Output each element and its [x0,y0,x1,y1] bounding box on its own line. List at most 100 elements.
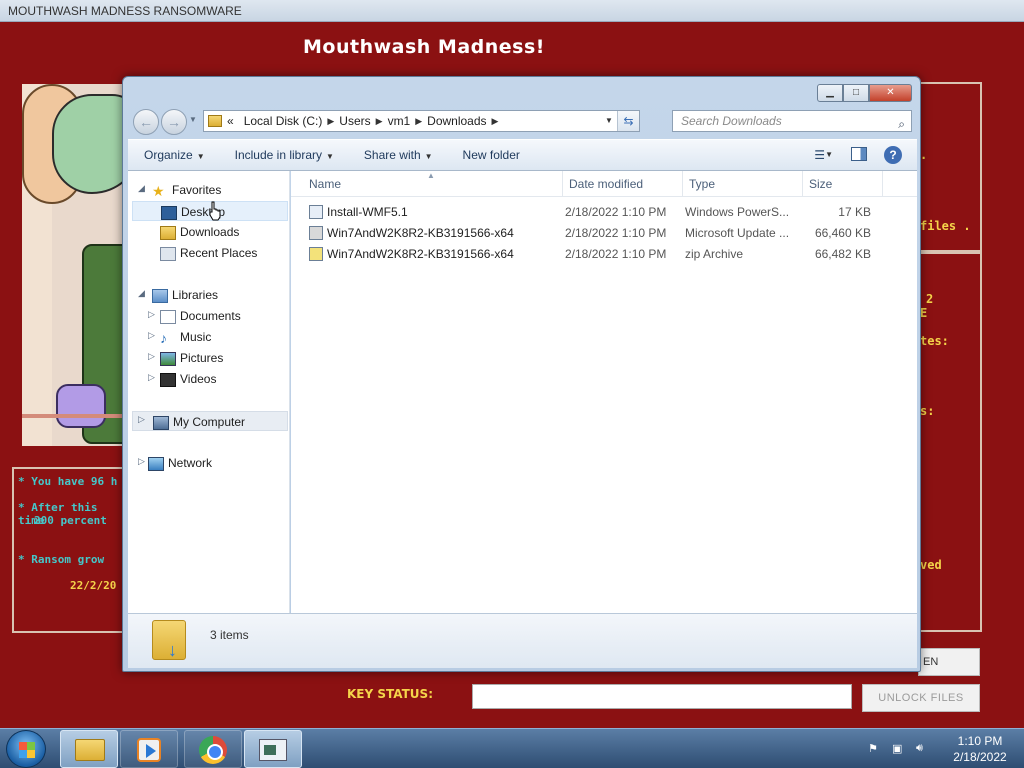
share-label: Share with [363,148,421,162]
change-view-icon[interactable]: ☰ [814,148,825,162]
nav-videos[interactable]: Videos [160,369,216,389]
close-button[interactable]: ✕ [869,84,912,102]
nav-favorites-label: Favorites [172,183,222,197]
expand-arrow-icon[interactable]: ▷ [148,309,155,320]
ransom-message-line-3: 200 percent [34,514,107,527]
network-tray-icon[interactable]: ▣ [892,742,906,756]
nav-libraries-label: Libraries [172,288,219,302]
column-header-type[interactable]: Type [683,171,803,197]
file-name: Win7AndW2K8R2-KB3191566-x64 [327,247,514,261]
chevron-right-icon[interactable]: ▶ [492,116,499,127]
collapse-arrow-icon[interactable]: ◢ [138,288,145,299]
column-headers: ▲ Name Date modified Type Size [291,171,917,197]
file-size: 17 KB [838,205,871,219]
taskbar-ransom-app[interactable] [244,730,302,768]
chrome-icon [199,736,227,764]
folder-icon [208,115,222,127]
ransom-fragment-6: s: [920,404,935,418]
action-center-flag-icon[interactable]: ⚑ [868,742,882,756]
windows-logo-icon [19,742,35,758]
caret-down-icon: ▼ [196,152,205,161]
volume-icon[interactable]: 🔊︎ [916,742,930,756]
expand-arrow-icon[interactable]: ▷ [148,330,155,341]
file-row[interactable]: Win7AndW2K8R2-KB3191566-x64 2/18/2022 1:… [291,223,917,244]
key-status-label: KEY STATUS: [347,687,433,701]
network-icon [148,456,164,471]
help-icon[interactable]: ? [884,146,902,164]
caret-down-icon: ▼ [424,152,433,161]
ransom-hidden-button[interactable]: EN [918,648,980,676]
taskbar-chrome[interactable] [184,730,242,768]
file-date: 2/18/2022 1:10 PM [565,226,667,240]
new-folder-button[interactable]: New folder [463,148,520,162]
chevron-right-icon[interactable]: ▶ [376,116,383,127]
clock-date[interactable]: 2/18/2022 [946,750,1014,764]
file-name: Install-WMF5.1 [327,205,408,219]
search-input[interactable]: Search Downloads ⌕ [672,110,912,132]
nav-downloads[interactable]: Downloads [160,222,239,242]
address-bar[interactable]: « Local Disk (C:) ▶ Users ▶ vm1 ▶ Downlo… [203,110,640,132]
item-count: 3 items [210,628,249,642]
back-button[interactable]: ← [133,109,159,135]
documents-icon [160,309,176,324]
breadcrumb-downloads[interactable]: Downloads [427,114,486,128]
clock-time[interactable]: 1:10 PM [950,734,1010,748]
file-list: ▲ Name Date modified Type Size Install-W… [291,171,917,613]
share-with-button[interactable]: Share with ▼ [364,148,433,162]
expand-arrow-icon[interactable]: ▷ [138,456,145,467]
explorer-icon [75,739,105,761]
chevron-right-icon[interactable]: ▶ [415,116,422,127]
address-overflow[interactable]: « [227,114,234,128]
file-type: Microsoft Update ... [685,226,790,240]
breadcrumb-local-disk[interactable]: Local Disk (C:) [244,114,323,128]
nav-favorites[interactable]: ★ Favorites [152,180,221,200]
file-name: Win7AndW2K8R2-KB3191566-x64 [327,226,514,240]
organize-button[interactable]: Organize ▼ [144,148,205,162]
file-type: Windows PowerS... [685,205,790,219]
nav-music[interactable]: ♪ Music [160,327,211,347]
nav-pictures[interactable]: Pictures [160,348,223,368]
key-input[interactable] [472,684,852,709]
recent-pages-dropdown[interactable]: ▼ [189,115,199,129]
column-header-date[interactable]: Date modified [563,171,683,197]
column-header-size[interactable]: Size [803,171,883,197]
explorer-window: ▁ □ ✕ ← → ▼ « Local Disk (C:) ▶ Users ▶ … [122,76,921,672]
breadcrumb-vm1[interactable]: vm1 [388,114,411,128]
nav-downloads-label: Downloads [180,225,240,239]
expand-arrow-icon[interactable]: ▷ [138,414,145,425]
maximize-button[interactable]: □ [843,84,869,102]
column-header-name[interactable]: Name [303,171,563,197]
taskbar: ⚑ ▣ 🔊︎ 1:10 PM 2/18/2022 [0,728,1024,768]
taskbar-explorer[interactable] [60,730,118,768]
file-size: 66,482 KB [814,247,871,261]
search-icon[interactable]: ⌕ [898,114,905,134]
ransom-fragment-2: files . [920,219,971,233]
download-arrow-icon: ↓ [168,640,177,660]
media-player-icon [137,738,161,762]
expand-arrow-icon[interactable]: ▷ [148,351,155,362]
minimize-button[interactable]: ▁ [817,84,843,102]
start-button[interactable] [6,730,46,768]
refresh-icon[interactable]: ⇆ [617,111,639,131]
chevron-right-icon[interactable]: ▶ [327,116,334,127]
view-options-caret-icon[interactable]: ▼ [825,150,833,159]
details-pane: ↓ 3 items [128,613,917,668]
file-row[interactable]: Win7AndW2K8R2-KB3191566-x64 2/18/2022 1:… [291,244,917,265]
unlock-files-button[interactable]: UNLOCK FILES [862,684,980,712]
taskbar-media-player[interactable] [120,730,178,768]
breadcrumb-users[interactable]: Users [339,114,370,128]
address-dropdown-icon[interactable]: ▼ [601,111,617,131]
forward-button[interactable]: → [161,109,187,135]
file-row[interactable]: Install-WMF5.1 2/18/2022 1:10 PM Windows… [291,202,917,223]
nav-documents[interactable]: Documents [160,306,241,326]
preview-pane-icon[interactable] [851,147,867,161]
nav-libraries[interactable]: Libraries [152,285,218,305]
music-icon: ♪ [160,329,167,346]
nav-network[interactable]: Network [148,453,212,473]
nav-recent-places[interactable]: Recent Places [160,243,257,263]
collapse-arrow-icon[interactable]: ◢ [138,183,145,194]
expand-arrow-icon[interactable]: ▷ [148,372,155,383]
nav-my-computer[interactable]: My Computer [132,411,288,431]
include-in-library-button[interactable]: Include in library ▼ [235,148,334,162]
computer-icon [153,415,169,430]
